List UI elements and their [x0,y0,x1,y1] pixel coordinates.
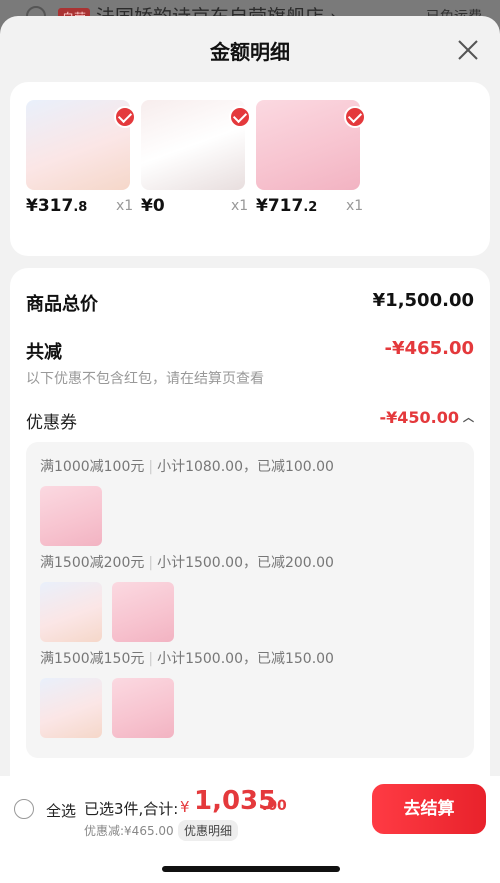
coupon-product-thumbnail [40,486,102,546]
product-price: ¥317.8 [26,196,88,216]
discount-summary: 优惠减:¥465.00 [84,824,174,838]
discount-label: 共减 [26,342,62,363]
checked-icon[interactable] [229,106,251,128]
select-all-label[interactable]: 全选 [46,800,76,821]
product-item[interactable]: ¥0 x1 [141,100,253,216]
product-qty: x1 [231,198,249,214]
checked-icon[interactable] [344,106,366,128]
coupon-product-thumbnail [40,678,102,738]
chevron-up-icon: ︿ [463,411,474,424]
checkout-button[interactable]: 去结算 [372,784,486,834]
coupon-label: 优惠券 [26,413,77,433]
discount-note: 以下优惠不包含红包，请在结算页查看 [26,371,264,387]
discount-value: -¥465.00 [384,338,474,359]
total-decimal: .00 [262,798,287,814]
coupon-product-thumbnail [40,582,102,642]
product-item[interactable]: ¥317.8 x1 [26,100,138,216]
close-icon[interactable] [456,38,480,62]
total-value: ¥1,500.00 [372,290,474,311]
products-card: ¥317.8 x1 ¥0 x1 ¥717.2 x1 [10,82,490,256]
checked-icon[interactable] [114,106,136,128]
total-currency: ¥ [180,798,190,816]
amount-detail-sheet: 金额明细 ¥317.8 x1 ¥0 x1 ¥717.2 x1 商品总价 ¥1,5… [0,16,500,883]
sheet-title: 金额明细 [210,40,290,64]
select-all-radio[interactable] [14,799,34,819]
product-qty: x1 [346,198,364,214]
product-price: ¥0 [141,196,165,216]
total-label: 商品总价 [26,294,98,315]
coupon-rule: 满1000减100元 | 小计1080.00，已减100.00 [40,459,334,475]
home-indicator [162,866,340,872]
coupon-rule: 满1500减200元 | 小计1500.00，已减200.00 [40,555,334,571]
selected-summary: 已选3件,合计: [84,800,179,818]
coupon-rule: 满1500减150元 | 小计1500.00，已减150.00 [40,651,334,667]
product-qty: x1 [116,198,134,214]
coupon-product-thumbnail [112,582,174,642]
coupon-toggle[interactable]: -¥450.00 ︿ [379,408,474,427]
price-detail-card: 商品总价 ¥1,500.00 共减 -¥465.00 以下优惠不包含红包，请在结… [10,268,490,808]
checkout-bar: 全选 已选3件,合计: ¥ 1,035 .00 优惠减:¥465.00 优惠明细… [0,776,500,883]
coupon-value: -¥450.00 [379,408,459,427]
coupon-product-thumbnail [112,678,174,738]
discount-detail-link[interactable]: 优惠明细 [178,820,239,841]
product-item[interactable]: ¥717.2 x1 [256,100,368,216]
coupon-breakdown: 满1000减100元 | 小计1080.00，已减100.00 满1500减200元… [26,442,474,758]
product-price: ¥717.2 [256,196,318,216]
